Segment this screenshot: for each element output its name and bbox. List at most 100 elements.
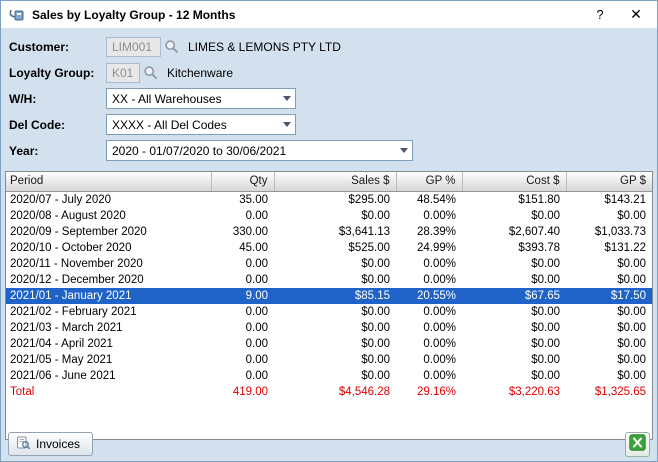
customer-lookup-icon[interactable]: [162, 38, 180, 56]
cell-sales: $0.00: [274, 304, 396, 320]
cell-period: 2021/01 - January 2021: [6, 288, 211, 304]
warehouse-select[interactable]: XX - All Warehouses: [106, 88, 296, 109]
cell-sales: $3,641.13: [274, 224, 396, 240]
invoices-button-label: Invoices: [36, 437, 80, 451]
cell-gp-percent: 0.00%: [396, 368, 462, 384]
cell-gp-percent: 0.00%: [396, 352, 462, 368]
cell-period: 2020/08 - August 2020: [6, 208, 211, 224]
cell-period: 2021/02 - February 2021: [6, 304, 211, 320]
cell-sales: $0.00: [274, 256, 396, 272]
table-row[interactable]: 2021/04 - April 20210.00$0.000.00%$0.00$…: [6, 336, 652, 352]
invoices-button[interactable]: Invoices: [8, 432, 93, 456]
table-row[interactable]: 2021/06 - June 20210.00$0.000.00%$0.00$0…: [6, 368, 652, 384]
total-cell-sales: $4,546.28: [274, 384, 396, 400]
cell-gp-percent: 0.00%: [396, 208, 462, 224]
loyalty-group-lookup-icon[interactable]: [141, 64, 159, 82]
cell-gp-percent: 0.00%: [396, 256, 462, 272]
excel-export-button[interactable]: [625, 432, 650, 457]
help-button[interactable]: ?: [585, 3, 615, 26]
chevron-down-icon: [278, 115, 295, 134]
dialog-window: Sales by Loyalty Group - 12 Months ? ✕ C…: [0, 0, 658, 462]
cell-qty: 0.00: [211, 320, 274, 336]
cell-sales: $0.00: [274, 368, 396, 384]
del-code-select-value: XXXX - All Del Codes: [112, 118, 227, 132]
del-code-label: Del Code:: [9, 118, 106, 132]
cell-period: 2021/04 - April 2021: [6, 336, 211, 352]
cell-period: 2020/12 - December 2020: [6, 272, 211, 288]
window-title: Sales by Loyalty Group - 12 Months: [32, 8, 579, 22]
del-code-select[interactable]: XXXX - All Del Codes: [106, 114, 296, 135]
cell-gp-dollars: $131.22: [566, 240, 652, 256]
table-row[interactable]: 2021/02 - February 20210.00$0.000.00%$0.…: [6, 304, 652, 320]
column-header-sales[interactable]: Sales $: [274, 172, 396, 191]
cell-cost: $0.00: [462, 320, 566, 336]
column-header-cost[interactable]: Cost $: [462, 172, 566, 191]
table-row[interactable]: 2021/05 - May 20210.00$0.000.00%$0.00$0.…: [6, 352, 652, 368]
cell-sales: $0.00: [274, 320, 396, 336]
cell-gp-percent: 0.00%: [396, 336, 462, 352]
table-row[interactable]: 2020/07 - July 202035.00$295.0048.54%$15…: [6, 191, 652, 208]
cell-gp-dollars: $0.00: [566, 256, 652, 272]
del-code-row: Del Code: XXXX - All Del Codes: [9, 114, 649, 135]
total-cell-qty: 419.00: [211, 384, 274, 400]
cell-sales: $525.00: [274, 240, 396, 256]
chevron-down-icon: [278, 89, 295, 108]
warehouse-row: W/H: XX - All Warehouses: [9, 88, 649, 109]
cell-qty: 0.00: [211, 352, 274, 368]
sales-table: PeriodQtySales $GP %Cost $GP $ 2020/07 -…: [6, 172, 652, 400]
cell-period: 2021/05 - May 2021: [6, 352, 211, 368]
year-select[interactable]: 2020 - 01/07/2020 to 30/06/2021: [106, 140, 413, 161]
cell-gp-dollars: $1,033.73: [566, 224, 652, 240]
loyalty-group-row: Loyalty Group: K01 Kitchenware: [9, 62, 649, 83]
year-row: Year: 2020 - 01/07/2020 to 30/06/2021: [9, 140, 649, 161]
cell-cost: $0.00: [462, 256, 566, 272]
total-cell-period: Total: [6, 384, 211, 400]
cell-period: 2020/10 - October 2020: [6, 240, 211, 256]
customer-name-text: LIMES & LEMONS PTY LTD: [188, 40, 341, 54]
column-header-qty[interactable]: Qty: [211, 172, 274, 191]
cell-gp-dollars: $0.00: [566, 368, 652, 384]
cell-qty: 0.00: [211, 304, 274, 320]
cell-qty: 35.00: [211, 191, 274, 208]
excel-icon: [629, 434, 646, 454]
cell-gp-dollars: $0.00: [566, 320, 652, 336]
title-bar: Sales by Loyalty Group - 12 Months ? ✕: [1, 1, 657, 28]
cell-gp-percent: 0.00%: [396, 272, 462, 288]
cell-period: 2020/11 - November 2020: [6, 256, 211, 272]
total-row: Total419.00$4,546.2829.16%$3,220.63$1,32…: [6, 384, 652, 400]
close-button[interactable]: ✕: [621, 3, 651, 26]
cell-sales: $0.00: [274, 208, 396, 224]
column-header-gp-dollars[interactable]: GP $: [566, 172, 652, 191]
cell-cost: $151.80: [462, 191, 566, 208]
cell-gp-percent: 48.54%: [396, 191, 462, 208]
cell-qty: 9.00: [211, 288, 274, 304]
table-row[interactable]: 2020/12 - December 20200.00$0.000.00%$0.…: [6, 272, 652, 288]
total-cell-cost: $3,220.63: [462, 384, 566, 400]
loyalty-group-label: Loyalty Group:: [9, 66, 106, 80]
cell-gp-dollars: $0.00: [566, 272, 652, 288]
table-row[interactable]: 2021/03 - March 20210.00$0.000.00%$0.00$…: [6, 320, 652, 336]
cell-cost: $0.00: [462, 368, 566, 384]
cell-period: 2020/09 - September 2020: [6, 224, 211, 240]
footer-bar: Invoices: [1, 427, 657, 461]
cell-cost: $0.00: [462, 208, 566, 224]
year-select-value: 2020 - 01/07/2020 to 30/06/2021: [112, 144, 286, 158]
chevron-down-icon: [395, 141, 412, 160]
table-row[interactable]: 2020/08 - August 20200.00$0.000.00%$0.00…: [6, 208, 652, 224]
table-row[interactable]: 2020/09 - September 2020330.00$3,641.132…: [6, 224, 652, 240]
table-row[interactable]: 2020/10 - October 202045.00$525.0024.99%…: [6, 240, 652, 256]
cell-gp-dollars: $0.00: [566, 208, 652, 224]
table-row[interactable]: 2021/01 - January 20219.00$85.1520.55%$6…: [6, 288, 652, 304]
warehouse-select-value: XX - All Warehouses: [112, 92, 222, 106]
cell-gp-dollars: $143.21: [566, 191, 652, 208]
column-header-period[interactable]: Period: [6, 172, 211, 191]
column-header-gp-percent[interactable]: GP %: [396, 172, 462, 191]
total-cell-gp-percent: 29.16%: [396, 384, 462, 400]
cell-gp-dollars: $17.50: [566, 288, 652, 304]
loyalty-group-code-input[interactable]: K01: [106, 63, 140, 83]
customer-code-input[interactable]: LIM001: [106, 37, 161, 57]
warehouse-label: W/H:: [9, 92, 106, 106]
table-row[interactable]: 2020/11 - November 20200.00$0.000.00%$0.…: [6, 256, 652, 272]
cell-period: 2021/06 - June 2021: [6, 368, 211, 384]
cell-gp-dollars: $0.00: [566, 336, 652, 352]
